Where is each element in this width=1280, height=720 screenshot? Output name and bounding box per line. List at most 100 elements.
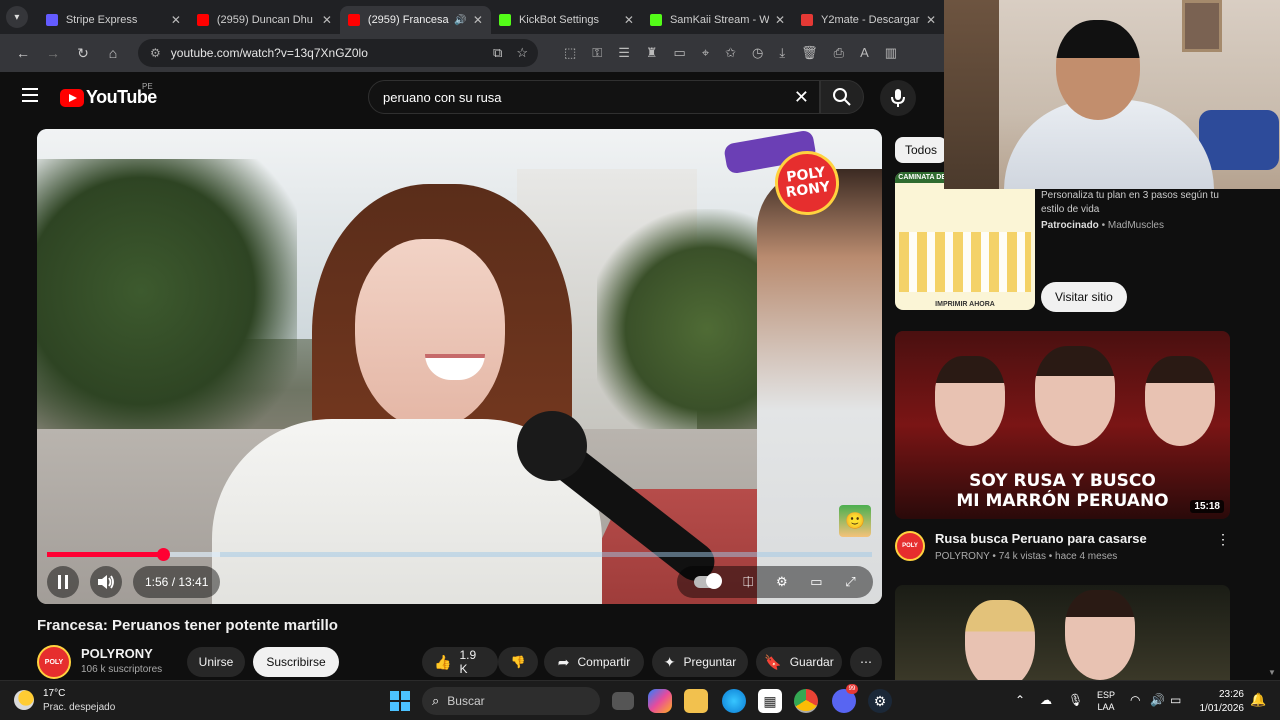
menu-hamburger-icon[interactable] (22, 88, 38, 106)
copilot-icon[interactable] (648, 689, 672, 713)
task-view-icon[interactable] (612, 692, 634, 710)
edge-browser-icon[interactable] (722, 689, 746, 713)
site-info-icon[interactable]: ⚙ (150, 46, 161, 60)
tab-close-icon[interactable]: ✕ (171, 13, 181, 27)
payment-card-icon[interactable]: ▭ (674, 45, 686, 61)
autoplay-toggle[interactable] (694, 573, 723, 589)
chrome-browser-icon[interactable] (794, 689, 818, 713)
ad-thumbnail[interactable]: CAMINATA DE TAI CHI SEGÚN EL PESO IMPRIM… (895, 172, 1035, 310)
channel-avatar[interactable]: POLY (37, 645, 71, 679)
keyboard-language[interactable]: ESP LAA (1097, 689, 1115, 713)
tab-search-chevron-icon[interactable]: ▾ (6, 6, 28, 28)
speaker-icon[interactable]: 🔊 (1150, 693, 1165, 707)
sponsored-label: Patrocinado (1041, 220, 1099, 231)
chip-all[interactable]: Todos (895, 137, 948, 163)
recommendation-channel-avatar[interactable]: POLY (895, 531, 925, 561)
tray-cloud-icon[interactable]: ☁ (1040, 693, 1052, 707)
youtube-favicon-icon (347, 14, 360, 26)
clear-search-icon[interactable]: ✕ (794, 87, 809, 108)
url-text: youtube.com/watch?v=13q7XnGZ0lo (170, 46, 368, 60)
system-clock[interactable]: 23:26 1/01/2026 (1196, 688, 1245, 716)
join-button[interactable]: Unirse (187, 647, 245, 677)
translate-icon[interactable]: A (860, 45, 869, 61)
download-icon[interactable]: ⤓ (779, 45, 785, 61)
visit-site-button[interactable]: Visitar sitio (1041, 282, 1127, 312)
trash-icon[interactable]: 🗑 (801, 45, 818, 61)
tab-close-icon[interactable]: ✕ (775, 13, 785, 27)
thumbs-up-icon: 👍 (434, 653, 452, 670)
print-icon[interactable]: ⎙ (834, 45, 844, 61)
sidebar-icon[interactable]: ▥ (885, 45, 897, 61)
notifications-bell-icon[interactable]: 🔔 (1250, 692, 1266, 708)
recommendation-thumbnail[interactable]: SOY RUSA Y BUSCO MI MARRÓN PERUANO 15:18 (895, 331, 1230, 519)
voice-search-button[interactable] (880, 80, 916, 116)
back-arrow-icon[interactable]: ← (10, 45, 36, 61)
extension-icons: ⬚ ⚿ ☰ ♜ ▭ ⌖ ✩ ◷ ⤓ 🗑 ⎙ A ▥ (564, 45, 897, 61)
tab-close-icon[interactable]: ✕ (473, 13, 483, 27)
tab-close-icon[interactable]: ✕ (926, 13, 936, 27)
browser-tab-duncan[interactable]: (2959) Duncan Dhu ✕ (189, 6, 340, 34)
webcam-picture-frame (1182, 0, 1222, 52)
channel-name[interactable]: POLYRONY (81, 646, 153, 661)
audio-playing-icon[interactable]: 🔊 (454, 15, 466, 26)
tray-overflow-chevron-icon[interactable]: ⌃ (1015, 693, 1025, 707)
windows-start-icon[interactable] (388, 689, 412, 713)
save-button[interactable]: 🔖 Guardar (756, 647, 842, 677)
fullscreen-icon[interactable]: ⤢ (845, 574, 855, 590)
ad-description[interactable]: Personaliza tu plan en 3 pasos según tu … (1041, 189, 1221, 217)
recommendation-thumbnail[interactable] (895, 585, 1230, 680)
favorites-icon[interactable]: ✩ (725, 45, 736, 61)
theater-mode-icon[interactable]: ▭ (810, 574, 822, 590)
install-app-icon[interactable]: ⧉ (493, 45, 502, 61)
share-button[interactable]: ➦ Compartir (544, 647, 644, 677)
subtitles-icon[interactable]: ⎅ (743, 574, 753, 590)
search-input[interactable]: peruano con su rusa ✕ (368, 80, 820, 114)
pause-button[interactable] (47, 566, 79, 598)
dislike-button[interactable]: 👎 (498, 647, 538, 677)
reload-icon[interactable]: ↻ (70, 45, 96, 62)
browser-tab-francesa[interactable]: (2959) Francesa 🔊 ✕ (339, 6, 491, 34)
weather-temperature[interactable]: 17°C (43, 688, 65, 699)
browser-tab-samkaii[interactable]: SamKaii Stream - Wa ✕ (642, 6, 793, 34)
settings-gear-icon[interactable]: ⚙ (776, 574, 788, 590)
extension-icon[interactable]: ♜ (646, 45, 658, 61)
progress-bar[interactable] (47, 548, 872, 561)
recommendation-title[interactable]: Rusa busca Peruano para casarse (935, 531, 1147, 546)
forward-arrow-icon[interactable]: → (40, 45, 66, 61)
browser-tab-y2mate[interactable]: Y2mate - Descargar ✕ (793, 6, 944, 34)
more-actions-button[interactable]: ⋯ (850, 647, 882, 677)
file-explorer-icon[interactable] (684, 689, 708, 713)
more-vertical-icon[interactable]: ⋮ (1216, 531, 1230, 548)
youtube-logo[interactable]: YouTube PE (60, 82, 157, 108)
tab-close-icon[interactable]: ✕ (624, 13, 634, 27)
extension-puzzle-icon[interactable]: ⬚ (564, 45, 576, 61)
subscribe-button[interactable]: Suscribirse (253, 647, 339, 677)
address-bar[interactable]: ⚙ youtube.com/watch?v=13q7XnGZ0lo ⧉ ☆ (138, 39, 538, 67)
bookmark-star-icon[interactable]: ☆ (516, 45, 528, 61)
scroll-down-arrow-icon[interactable]: ▼ (1268, 668, 1276, 677)
thumbs-down-icon: 👎 (510, 655, 526, 669)
taskbar-search[interactable]: ⌕ Buscar (422, 687, 600, 715)
tray-microphone-icon[interactable]: 🎙 (1068, 693, 1083, 707)
steam-icon[interactable]: ⚙ (868, 689, 892, 713)
channel-watermark-icon[interactable]: 🙂 (839, 505, 871, 537)
password-key-icon[interactable]: ⚿ (592, 45, 602, 61)
location-pin-icon[interactable]: ⌖ (702, 45, 709, 61)
battery-icon[interactable]: ▭ (1170, 693, 1181, 707)
reading-list-icon[interactable]: ☰ (618, 45, 630, 61)
like-button[interactable]: 👍 1.9 K (422, 647, 498, 677)
browser-tab-stripe[interactable]: Stripe Express ✕ (38, 6, 189, 34)
weather-partly-sunny-icon[interactable] (14, 690, 34, 710)
tab-close-icon[interactable]: ✕ (322, 13, 332, 27)
webcam-pillow (1199, 110, 1279, 170)
wifi-icon[interactable]: ◠ (1130, 693, 1140, 707)
video-player[interactable]: POLY RONY 🙂 1:56 / 13:41 ⎅ ⚙ ▭ ⤢ (37, 129, 882, 604)
ask-button[interactable]: ✦ Preguntar (652, 647, 748, 677)
browser-tab-kickbot[interactable]: KickBot Settings ✕ (491, 6, 642, 34)
volume-button[interactable] (90, 566, 122, 598)
search-button[interactable] (820, 80, 864, 114)
weather-description[interactable]: Prac. despejado (43, 702, 115, 713)
microsoft-store-icon[interactable]: ▦ (758, 689, 782, 713)
history-icon[interactable]: ◷ (752, 45, 763, 61)
home-icon[interactable]: ⌂ (100, 45, 126, 61)
